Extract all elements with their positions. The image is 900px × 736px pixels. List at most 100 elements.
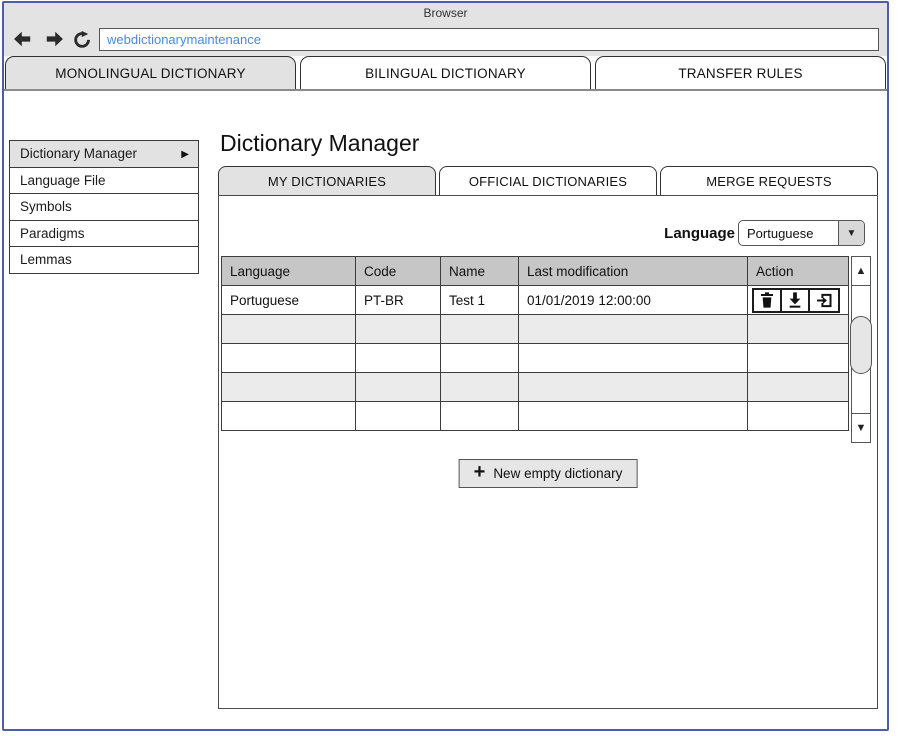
- back-button[interactable]: [12, 29, 36, 49]
- language-label: Language: [664, 225, 735, 242]
- column-header-last-modification: Last modification: [519, 257, 748, 286]
- cell-empty: [441, 344, 519, 373]
- sidebar: Dictionary Manager ▶ Language File Symbo…: [9, 142, 199, 274]
- sidebar-item-label: Language File: [20, 173, 106, 188]
- dropdown-arrow-button[interactable]: ▼: [838, 221, 864, 245]
- triangle-down-icon: ▼: [856, 422, 867, 434]
- cell-empty: [222, 402, 356, 431]
- sidebar-item-paradigms[interactable]: Paradigms: [9, 220, 199, 248]
- cell-empty: [356, 373, 441, 402]
- cell-language: Portuguese: [222, 286, 356, 315]
- sub-tab-bar: MY DICTIONARIES OFFICIAL DICTIONARIES ME…: [218, 166, 878, 195]
- cell-empty: [748, 373, 849, 402]
- cell-empty: [222, 373, 356, 402]
- sidebar-item-label: Symbols: [20, 199, 72, 214]
- cell-empty: [519, 344, 748, 373]
- refresh-icon: [73, 30, 92, 49]
- browser-window: Browser MONOLINGUAL DICTIONARY: [2, 1, 889, 731]
- forward-button[interactable]: [41, 29, 65, 49]
- sidebar-item-label: Dictionary Manager: [20, 146, 137, 161]
- scroll-down-button[interactable]: ▼: [851, 413, 871, 443]
- cell-code: PT-BR: [356, 286, 441, 315]
- new-empty-dictionary-label: New empty dictionary: [493, 466, 622, 481]
- sidebar-item-label: Paradigms: [20, 226, 85, 241]
- cell-empty: [356, 344, 441, 373]
- cell-empty: [748, 315, 849, 344]
- table-scrollbar: ▲ ▼: [851, 256, 871, 443]
- scrollbar-thumb[interactable]: [850, 316, 872, 374]
- language-dropdown[interactable]: Portuguese ▼: [738, 220, 865, 246]
- subtab-label: MERGE REQUESTS: [706, 174, 832, 189]
- scroll-up-button[interactable]: ▲: [851, 256, 871, 286]
- sidebar-item-language-file[interactable]: Language File: [9, 167, 199, 195]
- cell-empty: [441, 402, 519, 431]
- tab-label: MONOLINGUAL DICTIONARY: [55, 66, 245, 81]
- new-empty-dictionary-button[interactable]: + New empty dictionary: [459, 459, 638, 488]
- tab-monolingual-dictionary[interactable]: MONOLINGUAL DICTIONARY: [5, 56, 296, 89]
- triangle-up-icon: ▲: [856, 265, 867, 277]
- download-button[interactable]: [782, 290, 810, 311]
- open-dictionary-button[interactable]: [810, 290, 838, 311]
- window-title: Browser: [423, 6, 467, 20]
- action-button-group: [752, 288, 840, 313]
- cell-empty: [356, 315, 441, 344]
- title-bar: Browser: [4, 3, 887, 22]
- browser-nav-bar: [4, 22, 887, 56]
- table-row-empty: [222, 344, 849, 373]
- download-icon: [787, 291, 803, 309]
- tab-bilingual-dictionary[interactable]: BILINGUAL DICTIONARY: [300, 56, 591, 89]
- cell-empty: [519, 373, 748, 402]
- plus-icon: +: [474, 462, 486, 482]
- url-bar[interactable]: [99, 28, 879, 51]
- column-header-code: Code: [356, 257, 441, 286]
- sidebar-item-lemmas[interactable]: Lemmas: [9, 246, 199, 274]
- import-icon: [816, 292, 833, 309]
- refresh-button[interactable]: [70, 29, 94, 49]
- subtab-label: OFFICIAL DICTIONARIES: [469, 174, 627, 189]
- table-row: Portuguese PT-BR Test 1 01/01/2019 12:00…: [222, 286, 849, 315]
- cell-empty: [441, 315, 519, 344]
- sidebar-item-dictionary-manager[interactable]: Dictionary Manager ▶: [9, 140, 199, 168]
- chevron-down-icon: ▼: [847, 228, 857, 239]
- forward-arrow-icon: [42, 31, 64, 47]
- table-header-row: Language Code Name Last modification Act…: [222, 257, 849, 286]
- tab-label: TRANSFER RULES: [678, 66, 802, 81]
- sidebar-item-symbols[interactable]: Symbols: [9, 193, 199, 221]
- main-tab-bar: MONOLINGUAL DICTIONARY BILINGUAL DICTION…: [4, 56, 887, 91]
- cell-empty: [519, 315, 748, 344]
- tab-transfer-rules[interactable]: TRANSFER RULES: [595, 56, 886, 89]
- back-arrow-icon: [13, 31, 35, 47]
- column-header-action: Action: [748, 257, 849, 286]
- dictionary-table: Language Code Name Last modification Act…: [221, 256, 849, 431]
- cell-empty: [748, 402, 849, 431]
- subtab-label: MY DICTIONARIES: [268, 174, 386, 189]
- delete-button[interactable]: [754, 290, 782, 311]
- cell-name: Test 1: [441, 286, 519, 315]
- cell-last-modification: 01/01/2019 12:00:00: [519, 286, 748, 315]
- subtab-my-dictionaries[interactable]: MY DICTIONARIES: [218, 166, 436, 195]
- table-row-empty: [222, 373, 849, 402]
- subtab-merge-requests[interactable]: MERGE REQUESTS: [660, 166, 878, 195]
- sidebar-item-label: Lemmas: [20, 252, 72, 267]
- cell-action: [748, 286, 849, 315]
- table-row-empty: [222, 315, 849, 344]
- column-header-name: Name: [441, 257, 519, 286]
- cell-empty: [519, 402, 748, 431]
- cell-empty: [222, 315, 356, 344]
- dictionary-table-wrap: Language Code Name Last modification Act…: [221, 256, 849, 431]
- language-dropdown-value: Portuguese: [739, 221, 838, 245]
- cell-empty: [441, 373, 519, 402]
- chevron-right-icon: ▶: [181, 142, 189, 168]
- cell-empty: [222, 344, 356, 373]
- cell-empty: [356, 402, 441, 431]
- trash-icon: [759, 291, 775, 309]
- table-row-empty: [222, 402, 849, 431]
- column-header-language: Language: [222, 257, 356, 286]
- language-selector: Language Portuguese ▼: [664, 220, 865, 246]
- content-panel: Language Portuguese ▼ Language Code: [218, 195, 878, 709]
- subtab-official-dictionaries[interactable]: OFFICIAL DICTIONARIES: [439, 166, 657, 195]
- page-title: Dictionary Manager: [220, 130, 419, 157]
- cell-empty: [748, 344, 849, 373]
- tab-label: BILINGUAL DICTIONARY: [365, 66, 526, 81]
- dictionary-table-body: Portuguese PT-BR Test 1 01/01/2019 12:00…: [222, 286, 849, 431]
